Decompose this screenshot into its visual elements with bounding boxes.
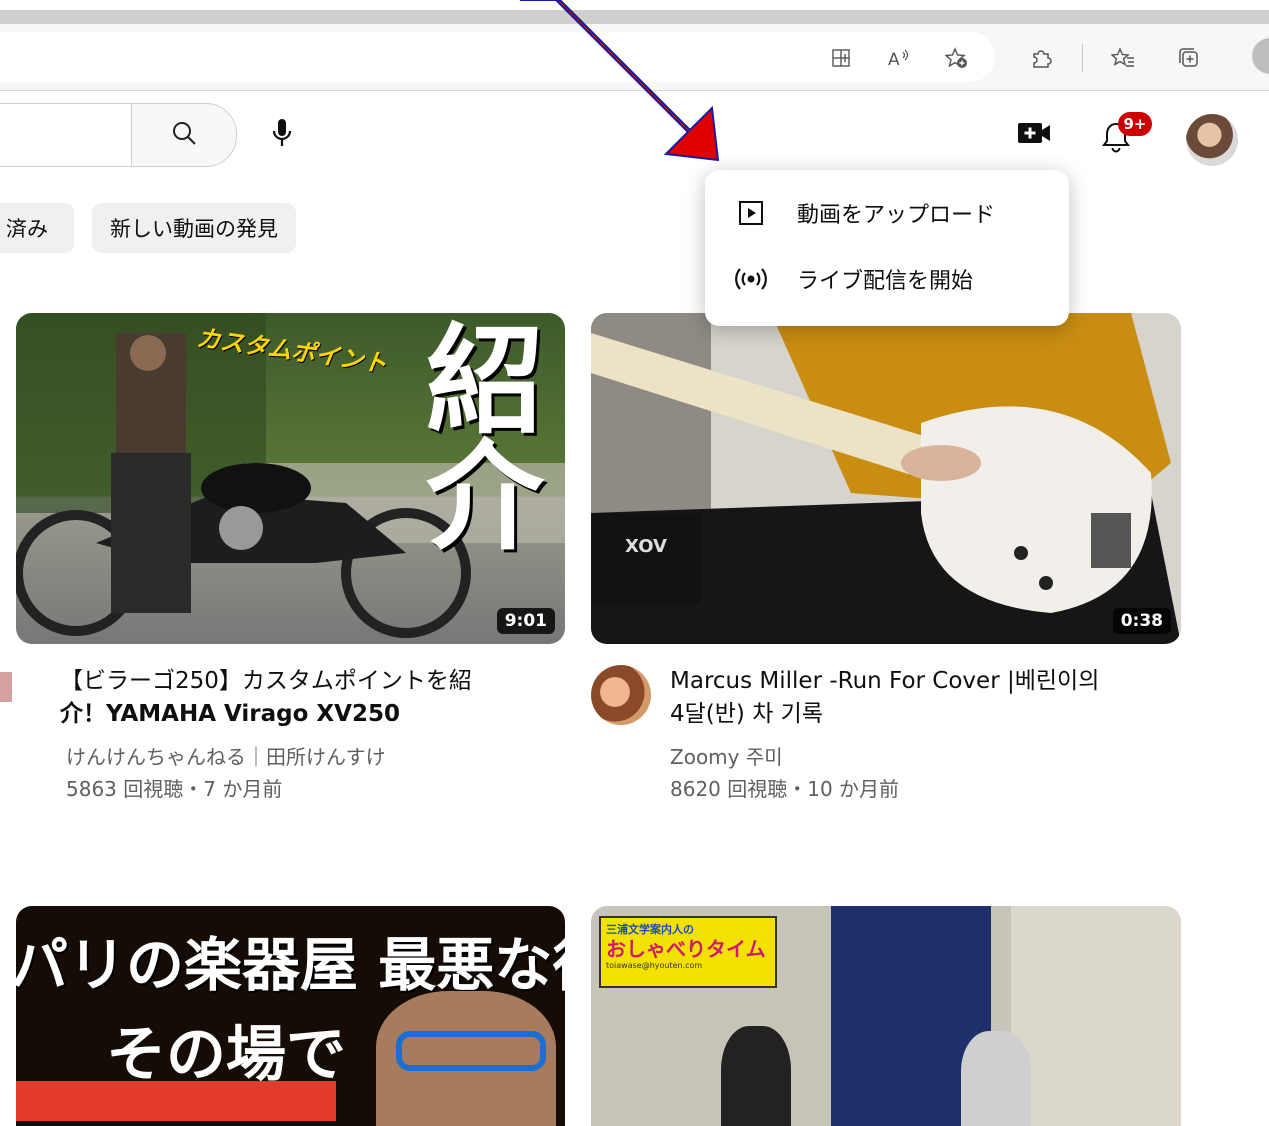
channel-avatar-1[interactable] xyxy=(0,672,12,702)
thumbnail-title-text: パリの楽器屋 最悪な待遇 xyxy=(16,931,565,999)
go-live-label: ライブ配信を開始 xyxy=(797,269,974,294)
chip-watched[interactable]: 済み xyxy=(0,203,74,253)
go-live-menu-item[interactable]: ライブ配信を開始 xyxy=(705,246,1069,312)
user-avatar[interactable] xyxy=(1186,114,1238,166)
toolbar-separator xyxy=(1082,44,1083,72)
search-button[interactable] xyxy=(131,103,237,167)
broadcast-icon xyxy=(733,267,769,291)
caption-line-3: toiawase@hyouten.com xyxy=(606,961,703,970)
notification-count-badge: 9+ xyxy=(1118,112,1152,136)
add-favorite-icon[interactable] xyxy=(940,41,974,75)
thumbnail-person-left xyxy=(721,1026,791,1126)
video-thumbnail-3[interactable]: パリの楽器屋 最悪な待遇 その場で xyxy=(16,906,565,1126)
read-aloud-icon[interactable]: A xyxy=(882,41,916,75)
video-title-1-line2: 介！YAMAHA Virago XV250 xyxy=(60,701,400,727)
video-title-1-line1: 【ビラーゴ250】カスタムポイントを紹 xyxy=(60,668,472,694)
video-channel-2[interactable]: Zoomy 주미 xyxy=(670,743,783,772)
video-stats-2: 8620 回視聴・10 か月前 xyxy=(670,777,900,801)
split-screen-icon[interactable] xyxy=(824,41,858,75)
thumbnail-red-band xyxy=(16,1081,336,1121)
caption-line-1: 三浦文学案内人の xyxy=(606,923,694,936)
extensions-icon[interactable] xyxy=(1024,41,1058,75)
upload-video-label: 動画をアップロード xyxy=(797,203,996,228)
video-title-2-line1: Marcus Miller -Run For Cover |베린이의 xyxy=(670,668,1100,694)
video-thumbnail-4[interactable]: 三浦文学案内人の おしゃべりタイム toiawase@hyouten.com xyxy=(591,906,1181,1126)
thumbnail-glasses xyxy=(396,1031,546,1071)
video-title-2[interactable]: Marcus Miller -Run For Cover |베린이의 4달(반)… xyxy=(670,665,1190,731)
video-duration: 0:38 xyxy=(1112,608,1171,634)
video-title-1[interactable]: 【ビラーゴ250】カスタムポイントを紹 介！YAMAHA Virago XV25… xyxy=(60,665,560,731)
create-button[interactable] xyxy=(1014,118,1054,152)
play-square-icon xyxy=(733,199,769,227)
thumbnail-wall xyxy=(1011,906,1181,1126)
browser-tab-strip-bar xyxy=(0,10,1269,24)
favorites-icon[interactable] xyxy=(1106,41,1140,75)
create-video-icon xyxy=(1016,120,1052,150)
collections-icon[interactable] xyxy=(1172,41,1206,75)
thumbnail-caption-box: 三浦文学案内人の おしゃべりタイム toiawase@hyouten.com xyxy=(599,916,777,988)
search-input[interactable] xyxy=(0,103,131,167)
search-icon xyxy=(171,120,197,150)
create-menu: 動画をアップロード ライブ配信を開始 xyxy=(705,170,1069,326)
chip-new-to-you[interactable]: 新しい動画の発見 xyxy=(92,203,296,253)
video-thumbnail-2[interactable]: XOV 0:38 xyxy=(591,313,1181,644)
video-channel-1[interactable]: けんけんちゃんねる｜田所けんすけ xyxy=(66,743,386,772)
microphone-icon xyxy=(271,117,293,153)
thumbnail-subtitle-text: その場で xyxy=(106,1020,346,1090)
video-title-2-line2: 4달(반) 차 기록 xyxy=(670,701,824,727)
voice-search-button[interactable] xyxy=(254,110,310,160)
amp-label: XOV xyxy=(625,536,667,557)
video-stats-1: 5863 回視聴・7 か月前 xyxy=(66,777,283,801)
video-thumbnail-1[interactable]: カスタムポイント 紹介 9:01 xyxy=(16,313,565,644)
svg-text:A: A xyxy=(888,50,900,68)
upload-video-menu-item[interactable]: 動画をアップロード xyxy=(705,180,1069,246)
video-duration: 9:01 xyxy=(496,608,555,634)
channel-avatar-2[interactable] xyxy=(591,665,651,725)
caption-line-2: おしゃべりタイム xyxy=(606,937,766,961)
thumbnail-title-text: 紹介 xyxy=(426,313,545,566)
thumbnail-person-right xyxy=(961,1031,1031,1126)
